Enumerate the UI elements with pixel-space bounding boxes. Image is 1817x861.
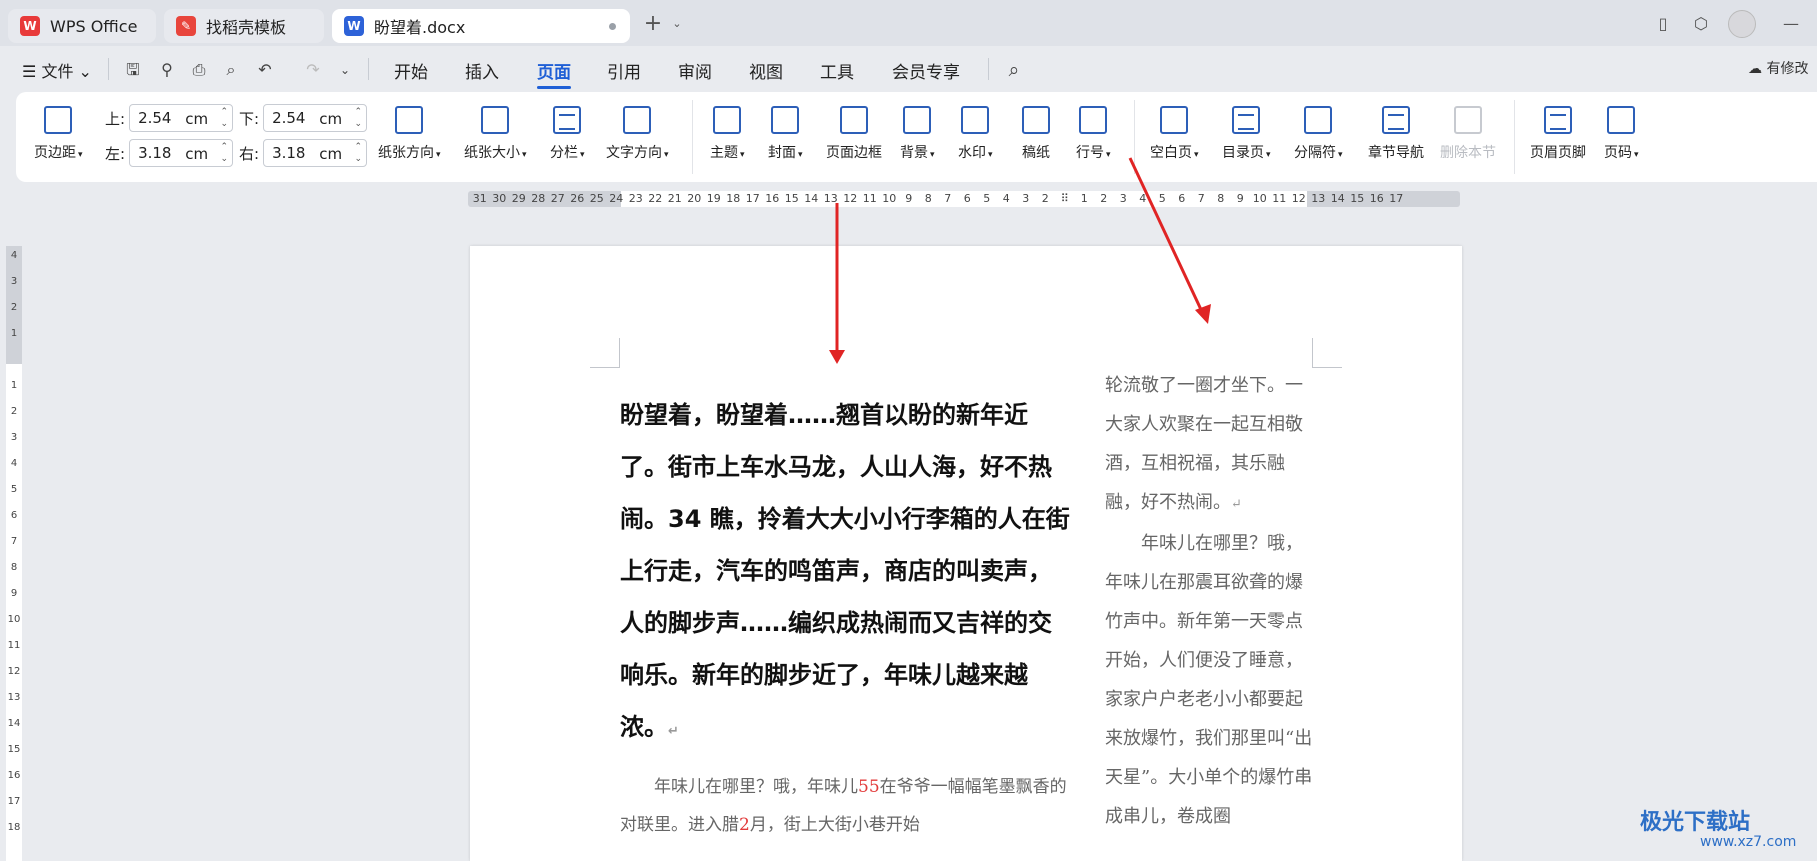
watermark-url: www.xz7.com (1700, 834, 1797, 850)
arrow-line (1128, 157, 1206, 317)
arrowhead-icon (829, 350, 845, 364)
annotation-arrows (829, 157, 1211, 364)
watermark-logo: 极光下载站 (1640, 810, 1751, 835)
arrowhead-icon (1195, 304, 1211, 324)
